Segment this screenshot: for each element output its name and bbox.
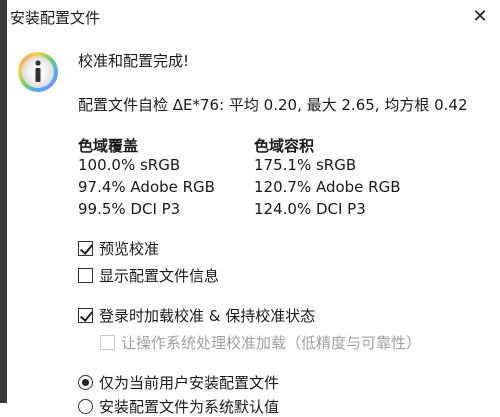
coverage-dci-p3: 99.5% DCI P3 (78, 200, 181, 218)
volume-dci-p3: 124.0% DCI P3 (254, 200, 366, 218)
checkbox-disabled (100, 335, 115, 350)
gamut-volume-header: 色域容积 (254, 137, 315, 155)
checkbox-checked[interactable] (78, 241, 93, 256)
completion-message: 校准和配置完成! (78, 52, 190, 70)
volume-srgb: 175.1% sRGB (254, 156, 357, 174)
info-icon (18, 52, 58, 92)
checkbox-checked[interactable] (78, 308, 93, 323)
volume-adobe-rgb: 120.7% Adobe RGB (254, 178, 401, 196)
radio-selected[interactable] (78, 375, 93, 390)
close-icon[interactable]: ✕ (468, 6, 492, 28)
background-window-strip (0, 0, 7, 403)
coverage-srgb: 100.0% sRGB (78, 156, 181, 174)
install-system-default-label: 安装配置文件为系统默认值 (99, 398, 280, 416)
install-current-user-label: 仅为当前用户安装配置文件 (99, 374, 280, 392)
gamut-coverage-header: 色域覆盖 (78, 137, 139, 155)
coverage-adobe-rgb: 97.4% Adobe RGB (78, 178, 215, 196)
load-calibration-on-login-checkbox[interactable]: 登录时加载校准 & 保持校准状态 (78, 305, 315, 326)
show-profile-info-label: 显示配置文件信息 (99, 267, 220, 285)
radio-unselected[interactable] (78, 399, 93, 414)
os-handles-calibration-label: 让操作系统处理校准加载（低精度与可靠性） (121, 334, 422, 352)
os-handles-calibration-checkbox: 让操作系统处理校准加载（低精度与可靠性） (100, 332, 421, 353)
install-system-default-radio[interactable]: 安装配置文件为系统默认值 (78, 396, 279, 417)
preview-calibration-label: 预览校准 (99, 240, 160, 258)
install-current-user-radio[interactable]: 仅为当前用户安装配置文件 (78, 372, 279, 393)
preview-calibration-checkbox[interactable]: 预览校准 (78, 238, 159, 259)
checkbox-unchecked[interactable] (78, 268, 93, 283)
load-calibration-on-login-label: 登录时加载校准 & 保持校准状态 (99, 307, 316, 325)
self-check-summary: 配置文件自检 ΔE*76: 平均 0.20, 最大 2.65, 均方根 0.42 (78, 96, 468, 114)
window-title: 安装配置文件 (10, 9, 101, 27)
show-profile-info-checkbox[interactable]: 显示配置文件信息 (78, 265, 219, 286)
title-bar: 安装配置文件 ✕ (7, 0, 500, 36)
